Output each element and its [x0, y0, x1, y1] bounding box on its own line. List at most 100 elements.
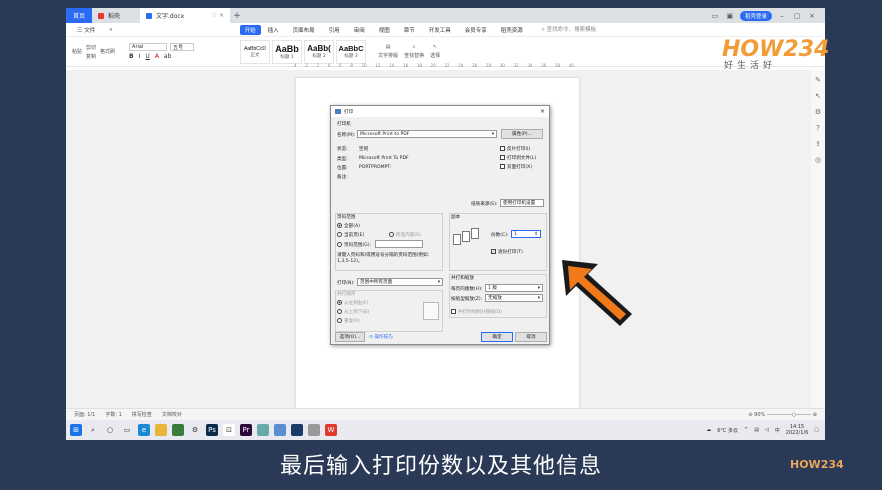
- style-heading1[interactable]: AaBb 标题 1: [272, 39, 303, 64]
- settings-icon[interactable]: ⚙: [815, 108, 821, 116]
- cancel-button[interactable]: 取消: [515, 332, 547, 342]
- tab-docer[interactable]: 稻壳: [92, 8, 140, 23]
- italic-icon[interactable]: I: [139, 53, 141, 60]
- tips-link[interactable]: ⊙ 操作技巧: [369, 334, 393, 340]
- range-pages-radio[interactable]: 页码范围(G):: [337, 242, 371, 248]
- menu-view[interactable]: 视图: [372, 26, 397, 34]
- printer-select[interactable]: Microsoft Print to PDF ▾: [357, 130, 497, 138]
- range-selection-radio[interactable]: 所选内容(S): [389, 232, 421, 238]
- login-button[interactable]: 稻壳登录: [739, 10, 772, 21]
- tab-document[interactable]: 文字.docx ♡ ×: [140, 8, 230, 23]
- properties-button[interactable]: 属性(P)...: [501, 129, 543, 139]
- status-spell[interactable]: 拼写检查: [132, 411, 152, 418]
- zoom-level[interactable]: ⊖ 90% —————○——— ⊕: [748, 412, 817, 418]
- ime-icon[interactable]: 中: [775, 427, 780, 434]
- style-normal[interactable]: AaBbCcD 正文: [240, 39, 271, 64]
- collate-checkbox[interactable]: ✓ 逐份打印(T): [491, 249, 523, 255]
- file-menu[interactable]: 三 文件: [70, 26, 102, 34]
- task-view-icon[interactable]: ○: [104, 424, 116, 436]
- menu-layout[interactable]: 页面布局: [286, 26, 322, 34]
- range-all-radio[interactable]: 全部(A): [337, 223, 360, 229]
- scale-select[interactable]: 无缩放 ▾: [485, 294, 543, 302]
- app-icon-4[interactable]: [308, 424, 320, 436]
- format-painter-button[interactable]: 格式刷: [100, 48, 115, 55]
- copies-input[interactable]: 1 ⇕: [511, 230, 541, 238]
- share-icon[interactable]: ⇪: [815, 140, 821, 148]
- find-replace-button[interactable]: ⌕ 查找替换: [404, 44, 424, 59]
- ok-button[interactable]: 确定: [481, 332, 513, 342]
- help-icon[interactable]: ?: [816, 124, 820, 132]
- menu-start[interactable]: 开始: [239, 24, 261, 35]
- range-current-radio[interactable]: 当前页(E): [337, 232, 364, 238]
- layout-icon[interactable]: ▭: [710, 12, 720, 20]
- weather-text[interactable]: 6°C 多云: [717, 427, 738, 434]
- order-tb-radio[interactable]: 从上到下(B): [337, 309, 369, 315]
- print-select[interactable]: 范围中所有页面 ▾: [357, 278, 443, 286]
- scale-note-checkbox[interactable]: 并打时绘制分隔线(D): [451, 309, 502, 315]
- search-icon[interactable]: ⌕: [87, 424, 99, 436]
- style-heading3[interactable]: AaBbC 标题 3: [336, 39, 367, 64]
- minimize-icon[interactable]: –: [777, 12, 787, 20]
- settings-app-icon[interactable]: ⚙: [189, 424, 201, 436]
- photoshop-icon[interactable]: Ps: [206, 424, 218, 436]
- bold-icon[interactable]: B: [129, 53, 134, 60]
- font-select[interactable]: Arial: [129, 43, 168, 51]
- app-icon-2[interactable]: [274, 424, 286, 436]
- status-proof[interactable]: 文档校对: [162, 411, 182, 418]
- order-lr-radio[interactable]: 从左到右(F): [337, 300, 369, 306]
- command-search[interactable]: ⌕ 查找命令、搜索模板: [542, 25, 596, 34]
- tray-arrow-icon[interactable]: ^: [744, 427, 748, 433]
- clock[interactable]: 14:15 2022/1/6: [786, 424, 808, 436]
- style-heading2[interactable]: AaBb(标题 2: [304, 39, 335, 64]
- order-repeat-radio[interactable]: 重复(R): [337, 318, 360, 324]
- underline-icon[interactable]: U: [145, 53, 149, 60]
- notification-icon[interactable]: ▢: [814, 427, 819, 433]
- paste-button[interactable]: 粘贴: [72, 48, 82, 55]
- duplex-checkbox[interactable]: 双面打印(X): [500, 164, 532, 170]
- app-icon-1[interactable]: [257, 424, 269, 436]
- pen-icon[interactable]: ✎: [815, 76, 821, 84]
- menu-reference[interactable]: 引用: [322, 26, 347, 34]
- page-range-input[interactable]: [375, 240, 423, 248]
- globe-icon[interactable]: ◎: [815, 156, 821, 164]
- capture-icon[interactable]: ⊡: [223, 424, 235, 436]
- new-tab-button[interactable]: +: [230, 8, 244, 23]
- windows-start-icon[interactable]: ⊞: [70, 424, 82, 436]
- dialog-close-icon[interactable]: ×: [540, 108, 545, 115]
- network-icon[interactable]: ▤: [754, 427, 759, 433]
- maximize-icon[interactable]: ▢: [792, 12, 802, 20]
- menu-insert[interactable]: 插入: [261, 26, 286, 34]
- highlight-icon[interactable]: ab: [164, 53, 172, 60]
- options-button[interactable]: 选项(O)...: [335, 332, 365, 342]
- copy-button[interactable]: 复制: [86, 53, 96, 60]
- text-layout-button[interactable]: ▤ 文字排版: [378, 44, 398, 59]
- menu-member[interactable]: 会员专享: [458, 26, 494, 34]
- paper-source-select[interactable]: 使用打印机设置: [500, 199, 544, 207]
- collapse-icon[interactable]: «: [102, 27, 119, 33]
- tab-close-icon[interactable]: ♡ ×: [212, 12, 224, 19]
- explorer-icon[interactable]: [155, 424, 167, 436]
- select-button[interactable]: ↖ 选择: [430, 44, 440, 59]
- store-icon[interactable]: [172, 424, 184, 436]
- size-select[interactable]: 五号: [170, 43, 195, 51]
- tab-home[interactable]: 首页: [66, 8, 92, 23]
- wps-icon[interactable]: W: [325, 424, 337, 436]
- print-to-file-checkbox[interactable]: 打印到文件(L): [500, 155, 536, 161]
- menu-section[interactable]: 章节: [397, 26, 422, 34]
- volume-icon[interactable]: ◁: [765, 427, 769, 433]
- reverse-print-checkbox[interactable]: 反片打印(I): [500, 146, 530, 152]
- box-icon[interactable]: ▣: [725, 12, 735, 20]
- cut-button[interactable]: 剪切: [86, 44, 96, 51]
- close-icon[interactable]: ×: [807, 12, 817, 20]
- premiere-icon[interactable]: Pr: [240, 424, 252, 436]
- app-icon-3[interactable]: [291, 424, 303, 436]
- menu-review[interactable]: 审阅: [347, 26, 372, 34]
- pointer-icon[interactable]: ↖: [815, 92, 821, 100]
- menu-docer[interactable]: 稻壳资源: [494, 26, 530, 34]
- font-color-icon[interactable]: A: [155, 53, 159, 60]
- per-sheet-select[interactable]: 1 版 ▾: [485, 284, 543, 292]
- stepper-icon[interactable]: ⇕: [534, 232, 538, 237]
- multitask-icon[interactable]: ▭: [121, 424, 133, 436]
- menu-developer[interactable]: 开发工具: [422, 26, 458, 34]
- edge-icon[interactable]: e: [138, 424, 150, 436]
